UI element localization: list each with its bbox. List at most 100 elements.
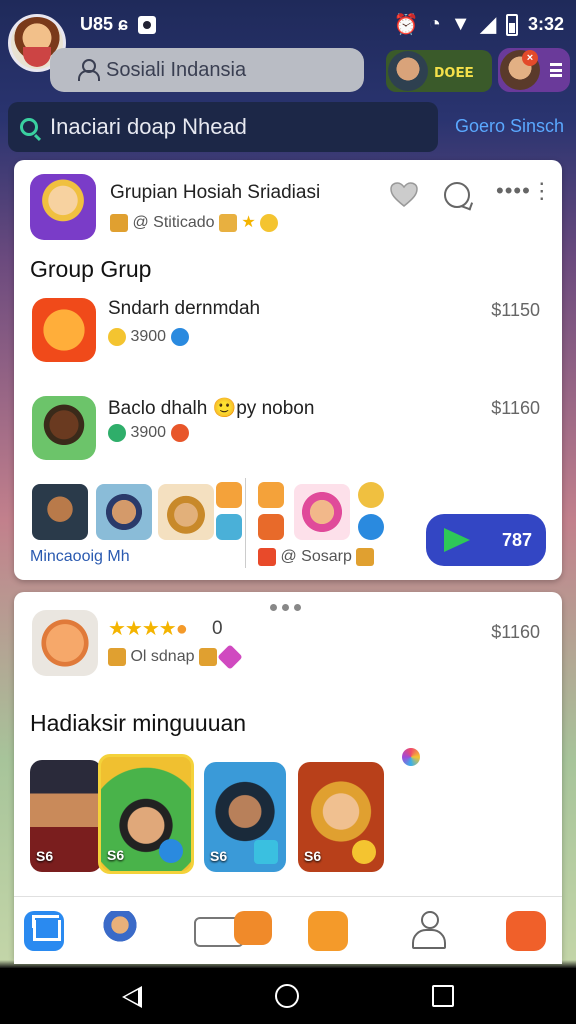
search-icon <box>20 118 38 136</box>
cast-icon[interactable] <box>506 911 546 951</box>
group-subtitle: @ Stiticado <box>132 214 215 231</box>
game-label: S6 <box>304 848 322 864</box>
wifi-icon: ▼ <box>450 13 471 35</box>
sticker-icon <box>258 514 284 540</box>
member-thumbnail[interactable] <box>96 484 152 540</box>
sticker-icon <box>258 482 284 508</box>
pager-dot <box>270 604 277 611</box>
group-card: Grupian Hosiah Sriadiasi @ Stiticado ★ •… <box>14 160 562 580</box>
signal-icon: ◢ <box>480 14 496 36</box>
trophy-icon <box>198 648 217 666</box>
games-icon[interactable] <box>308 911 348 951</box>
back-icon[interactable] <box>122 986 142 1008</box>
group-subtitle-row: @ Stiticado ★ <box>110 212 279 232</box>
item-meta-row: 3900 <box>108 328 189 346</box>
game-badge-icon <box>159 839 183 863</box>
group-avatar[interactable] <box>30 174 96 240</box>
item-icon[interactable] <box>32 396 96 460</box>
item-meta: 3900 <box>130 328 167 346</box>
battery-icon <box>505 13 518 36</box>
profile-pill[interactable]: ᴅᴏᴇᴇ <box>386 50 492 92</box>
game-card[interactable]: S6 <box>204 762 286 872</box>
menu-pill[interactable]: × <box>498 48 570 92</box>
search-placeholder: Sosiali Indansia <box>106 58 247 81</box>
group-title: Grupian Hosiah Sriadiasi <box>110 182 321 203</box>
gift-icon <box>108 648 126 666</box>
app-icon[interactable] <box>32 610 98 676</box>
member-thumbnail[interactable] <box>294 484 350 540</box>
bottom-nav <box>14 896 562 964</box>
status-right: ⏰ ◔ ▼ ◢ 3:32 <box>394 12 564 37</box>
secondary-search-text: Inaciari doap Nhead <box>50 114 247 139</box>
profile-icon[interactable] <box>412 911 446 949</box>
sticker-icon <box>358 482 384 508</box>
game-badge-icon <box>352 840 376 864</box>
heart-icon[interactable] <box>390 182 418 208</box>
gem-icon <box>217 644 244 670</box>
item-icon[interactable] <box>32 298 96 362</box>
status-left: U85 ɕ <box>80 14 157 35</box>
game-label: S6 <box>210 848 228 864</box>
search-link[interactable]: Goero Sinsch <box>455 116 564 137</box>
item-meta-row: 3900 <box>108 424 189 442</box>
home-circle-icon[interactable] <box>275 984 299 1008</box>
footer-right-row: @ Sosarp <box>258 548 375 566</box>
pager-dot <box>282 604 289 611</box>
pager-dot <box>294 604 301 611</box>
gift-icon <box>110 213 128 232</box>
coin-icon <box>108 328 126 346</box>
system-nav <box>0 968 576 1024</box>
sticker-icon <box>358 514 384 540</box>
game-label: S6 <box>107 847 125 863</box>
divider <box>245 478 246 568</box>
color-wheel-icon <box>402 748 420 766</box>
game-card[interactable]: S6 <box>98 754 194 874</box>
secondary-search-bar[interactable]: Inaciari doap Nhead <box>8 102 438 152</box>
game-controller-icon[interactable] <box>234 911 272 945</box>
game-badge-icon <box>254 840 278 864</box>
item-title[interactable]: Baclo dhalh 🙂py nobon <box>108 396 314 420</box>
item-meta: 3900 <box>130 424 167 442</box>
status-left-text: U85 ɕ <box>80 14 129 34</box>
pill-avatar <box>388 51 428 91</box>
home-icon[interactable] <box>24 911 64 951</box>
sticker-icon <box>216 514 242 540</box>
game-card[interactable]: S6 <box>298 762 384 872</box>
badge-icon <box>170 328 189 346</box>
play-button-label: 787 <box>501 529 532 550</box>
gift-icon <box>258 548 276 566</box>
section-heading: Hadiaksir minguuuan <box>30 710 247 736</box>
more-icon[interactable]: ••••⋮ <box>496 178 554 204</box>
sticker-icon <box>356 548 375 566</box>
play-icon <box>444 528 470 552</box>
item-price: $1160 <box>491 398 540 418</box>
section-heading: Group Grup <box>30 256 152 282</box>
play-button[interactable]: 787 <box>426 514 546 566</box>
sticker-icon <box>216 482 242 508</box>
recents-icon[interactable] <box>432 985 454 1007</box>
item-price: $1150 <box>491 300 540 320</box>
check-icon <box>108 424 126 442</box>
status-time: 3:32 <box>527 14 564 34</box>
member-thumbnail[interactable] <box>32 484 88 540</box>
status-bar: U85 ɕ ⏰ ◔ ▼ ◢ 3:32 <box>0 0 576 50</box>
notification-icon <box>138 15 157 34</box>
rating-suffix: 0 <box>212 618 223 639</box>
game-card[interactable]: S6 <box>30 760 102 872</box>
chat-icon[interactable] <box>444 182 470 208</box>
item-title[interactable]: Sndarh dernmdah <box>108 298 260 320</box>
friends-icon[interactable] <box>100 911 140 951</box>
star-icon: ★ <box>241 214 256 231</box>
footer-right-label: @ Sosarp <box>280 548 352 566</box>
trophy-icon <box>218 213 237 232</box>
footer-left-label[interactable]: Mincaooig Mh <box>30 548 130 566</box>
member-thumbnail[interactable] <box>158 484 214 540</box>
close-badge-icon: × <box>522 50 538 66</box>
badge-icon <box>170 424 189 442</box>
rating-stars: ★★★★● <box>108 618 188 640</box>
coin-icon <box>260 213 279 232</box>
search-input[interactable]: Sosiali Indansia <box>50 48 364 92</box>
dnd-icon: ◔ <box>428 13 441 35</box>
game-label: S6 <box>36 848 54 864</box>
person-icon <box>78 59 100 81</box>
